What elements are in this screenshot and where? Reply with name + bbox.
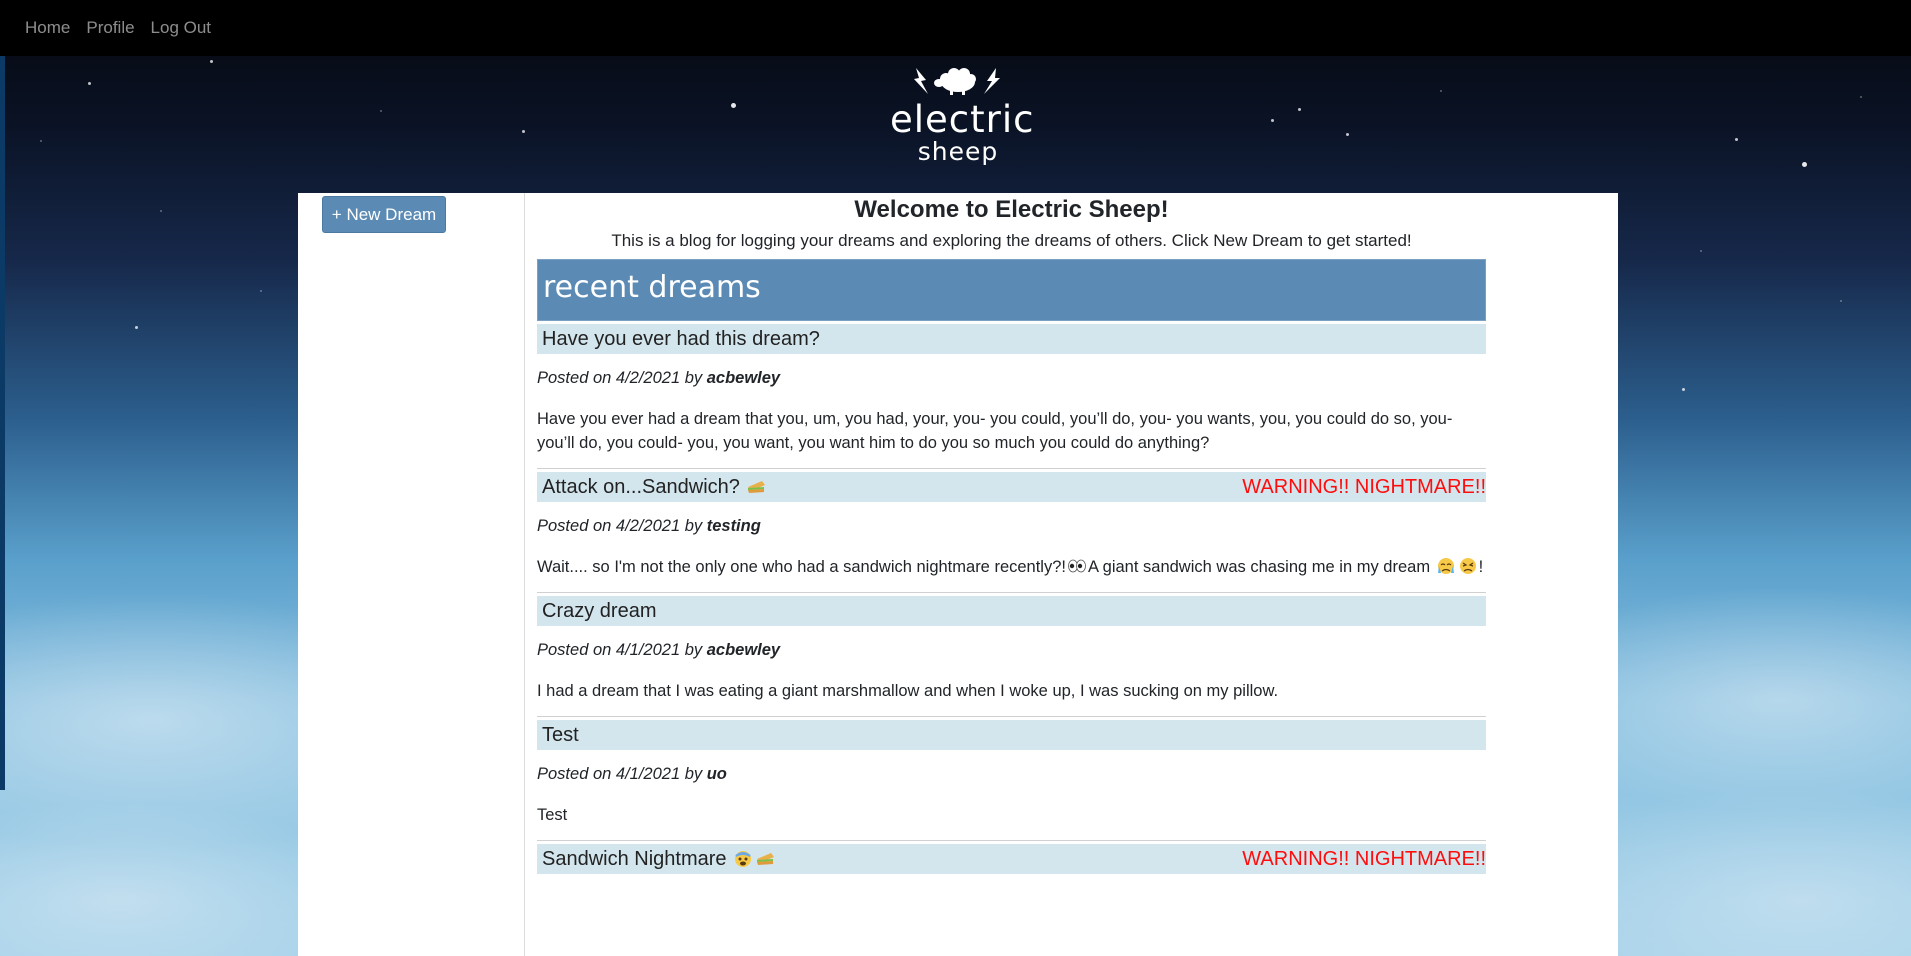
star — [160, 210, 162, 212]
dream-meta: Posted on 4/2/2021 by acbewley — [537, 354, 1486, 394]
dream-title[interactable]: Attack on...Sandwich? — [542, 476, 740, 498]
dream-body: Have you ever had a dream that you, um, … — [537, 410, 1453, 452]
recent-dreams-header: recent dreams — [537, 259, 1486, 321]
dream-meta: Posted on 4/1/2021 by uo — [537, 750, 1486, 790]
dream-post: Crazy dream Posted on 4/1/2021 by acbewl… — [537, 596, 1486, 717]
main-content: Welcome to Electric Sheep! This is a blo… — [537, 193, 1486, 874]
dream-title-bar: Sandwich Nightmare WARNING!! NIGHTMARE!! — [537, 844, 1486, 874]
logo-text-sheep: sheep — [917, 137, 999, 166]
dream-author[interactable]: acbewley — [707, 641, 780, 659]
site-logo: electric sheep — [890, 66, 1035, 170]
persevering-face-icon — [1459, 558, 1476, 574]
dream-post: Attack on...Sandwich? WARNING!! NIGHTMAR… — [537, 472, 1486, 593]
fearful-face-icon — [735, 851, 752, 867]
dream-title-bar: Test — [537, 720, 1486, 750]
dream-body-part: ! — [1478, 558, 1484, 576]
sheep-lightning-icon — [914, 68, 1000, 95]
nightmare-warning: WARNING!! NIGHTMARE!! — [1242, 476, 1486, 498]
dream-body-part: Wait.... so I'm not the only one who had… — [537, 558, 1066, 576]
dream-post: Have you ever had this dream? Posted on … — [537, 324, 1486, 469]
dream-title[interactable]: Crazy dream — [542, 600, 656, 622]
star — [1440, 90, 1442, 92]
main-container: + New Dream Welcome to Electric Sheep! T… — [298, 193, 1618, 956]
dream-author[interactable]: acbewley — [707, 369, 780, 387]
page-title: Welcome to Electric Sheep! — [854, 196, 1169, 223]
dream-body: Test — [537, 806, 568, 824]
left-edge-strip — [0, 0, 5, 790]
nav-home-link[interactable]: Home — [17, 18, 78, 38]
welcome-text: This is a blog for logging your dreams a… — [611, 231, 1412, 250]
star — [40, 140, 42, 142]
dream-post: Sandwich Nightmare WARNING!! NIGHTMARE!! — [537, 844, 1486, 874]
star — [1700, 250, 1702, 252]
dream-posted-on: Posted on 4/2/2021 by — [537, 369, 707, 387]
dream-title[interactable]: Test — [542, 724, 579, 746]
dream-posted-on: Posted on 4/1/2021 by — [537, 641, 707, 659]
dream-meta: Posted on 4/1/2021 by acbewley — [537, 626, 1486, 666]
star — [260, 290, 262, 292]
star — [522, 130, 525, 133]
dream-title-bar: Have you ever had this dream? — [537, 324, 1486, 354]
star — [1840, 300, 1842, 302]
dream-post: Test Posted on 4/1/2021 by uo Test — [537, 720, 1486, 841]
crying-face-icon — [1437, 558, 1454, 574]
star — [731, 103, 736, 108]
star — [135, 326, 138, 329]
star — [1735, 138, 1738, 141]
star — [1682, 388, 1685, 391]
dream-title-bar: Crazy dream — [537, 596, 1486, 626]
dream-author[interactable]: testing — [707, 517, 761, 535]
logo-text-electric: electric — [890, 98, 1035, 141]
star — [1271, 119, 1274, 122]
sidebar: + New Dream — [298, 193, 525, 956]
dream-title-bar: Attack on...Sandwich? WARNING!! NIGHTMAR… — [537, 472, 1486, 502]
nav-logout-link[interactable]: Log Out — [143, 18, 220, 38]
new-dream-button[interactable]: + New Dream — [322, 196, 446, 233]
nightmare-warning: WARNING!! NIGHTMARE!! — [1242, 848, 1486, 870]
dream-body-part: A giant sandwich was chasing me in my dr… — [1087, 558, 1431, 576]
star — [1802, 162, 1807, 167]
dream-posted-on: Posted on 4/1/2021 by — [537, 765, 707, 783]
star — [88, 82, 91, 85]
eyes-icon — [1068, 559, 1086, 573]
dream-title[interactable]: Sandwich Nightmare — [542, 848, 727, 870]
dream-meta: Posted on 4/2/2021 by testing — [537, 502, 1486, 542]
dream-body: Wait.... so I'm not the only one who had… — [537, 542, 1486, 592]
star — [210, 60, 213, 63]
star — [1860, 96, 1862, 98]
top-navbar: Home Profile Log Out — [0, 0, 1911, 56]
dream-posted-on: Posted on 4/2/2021 by — [537, 517, 707, 535]
sandwich-icon — [748, 481, 766, 493]
star — [380, 110, 382, 112]
nav-profile-link[interactable]: Profile — [78, 18, 142, 38]
dream-title[interactable]: Have you ever had this dream? — [542, 328, 820, 350]
sandwich-icon — [757, 853, 775, 865]
dream-body: I had a dream that I was eating a giant … — [537, 682, 1279, 700]
star — [1346, 133, 1349, 136]
star — [1298, 108, 1301, 111]
dream-author[interactable]: uo — [707, 765, 727, 783]
